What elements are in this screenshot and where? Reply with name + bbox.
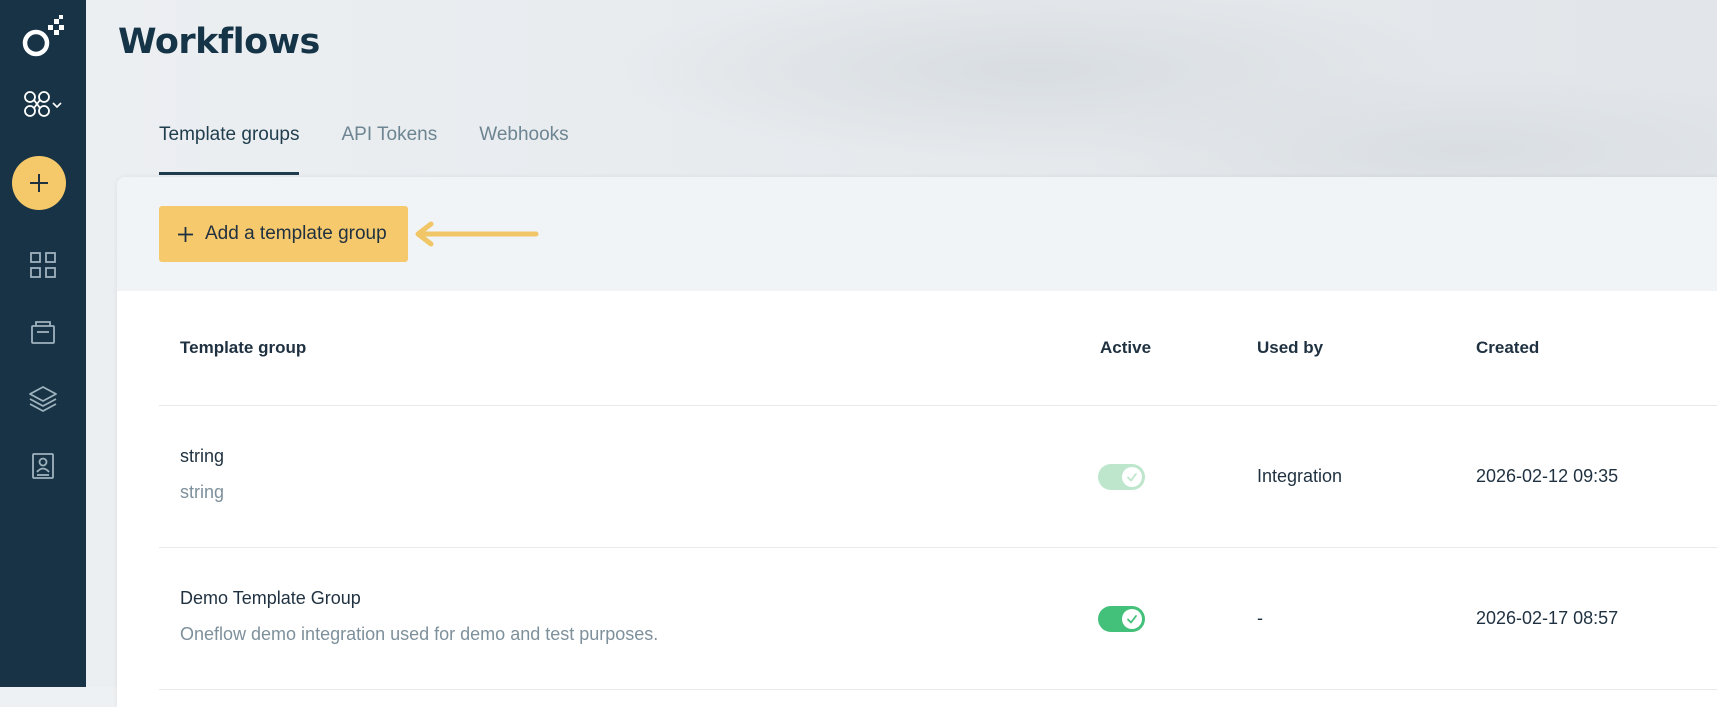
column-header-created[interactable]: Created xyxy=(1476,338,1539,358)
check-icon xyxy=(1122,609,1142,629)
tab-template-groups[interactable]: Template groups xyxy=(159,124,300,175)
table-row[interactable]: string string Integration 2026-02-12 09:… xyxy=(159,406,1717,548)
check-icon xyxy=(1122,467,1142,487)
used-by-value: Integration xyxy=(1257,466,1343,486)
plus-icon xyxy=(177,226,194,243)
documents-icon xyxy=(31,321,55,344)
main-content: Workflows Template groups API Tokens Web… xyxy=(86,0,1717,707)
templates-layers-icon xyxy=(29,386,57,412)
nav-contacts[interactable] xyxy=(0,446,86,486)
column-header-active[interactable]: Active xyxy=(1100,338,1151,358)
arrow-left-icon xyxy=(415,221,539,247)
template-groups-table: Template group Active Used by Created st… xyxy=(159,291,1717,690)
chevron-down-icon xyxy=(52,102,62,109)
used-by-value: - xyxy=(1257,608,1263,628)
oneflow-logo-icon[interactable] xyxy=(0,12,86,62)
tab-webhooks[interactable]: Webhooks xyxy=(479,124,568,175)
plus-icon xyxy=(30,174,48,192)
workspace-switcher-icon xyxy=(24,91,62,117)
template-group-description: string xyxy=(180,482,225,502)
contacts-book-icon xyxy=(32,453,54,479)
sidebar xyxy=(0,0,86,687)
template-groups-card: Add a template group Template group Acti… xyxy=(117,177,1717,707)
nav-templates[interactable] xyxy=(0,379,86,419)
nav-dashboard[interactable] xyxy=(0,245,86,285)
tab-bar: Template groups API Tokens Webhooks xyxy=(159,124,611,175)
template-group-description: Oneflow demo integration used for demo a… xyxy=(180,624,659,644)
dashboard-grid-icon xyxy=(30,252,56,278)
template-group-name[interactable]: string xyxy=(180,446,224,467)
add-template-group-button[interactable]: Add a template group xyxy=(159,206,408,262)
page-title: Workflows xyxy=(118,22,320,62)
create-button[interactable] xyxy=(12,156,66,210)
workspace-switcher[interactable] xyxy=(0,84,86,124)
tab-api-tokens[interactable]: API Tokens xyxy=(341,124,437,175)
active-toggle[interactable] xyxy=(1098,464,1145,490)
created-value: 2026-02-12 09:35 xyxy=(1476,466,1619,486)
column-header-used-by[interactable]: Used by xyxy=(1257,338,1323,358)
nav-documents[interactable] xyxy=(0,312,86,352)
table-row[interactable]: Demo Template Group Oneflow demo integra… xyxy=(159,548,1717,690)
template-group-name[interactable]: Demo Template Group xyxy=(180,588,361,609)
table-header: Template group Active Used by Created xyxy=(159,291,1717,406)
column-header-template-group[interactable]: Template group xyxy=(180,338,306,358)
created-value: 2026-02-17 08:57 xyxy=(1476,608,1619,628)
active-toggle[interactable] xyxy=(1098,606,1145,632)
toolbar: Add a template group xyxy=(117,177,1717,291)
add-template-group-label: Add a template group xyxy=(205,223,387,244)
